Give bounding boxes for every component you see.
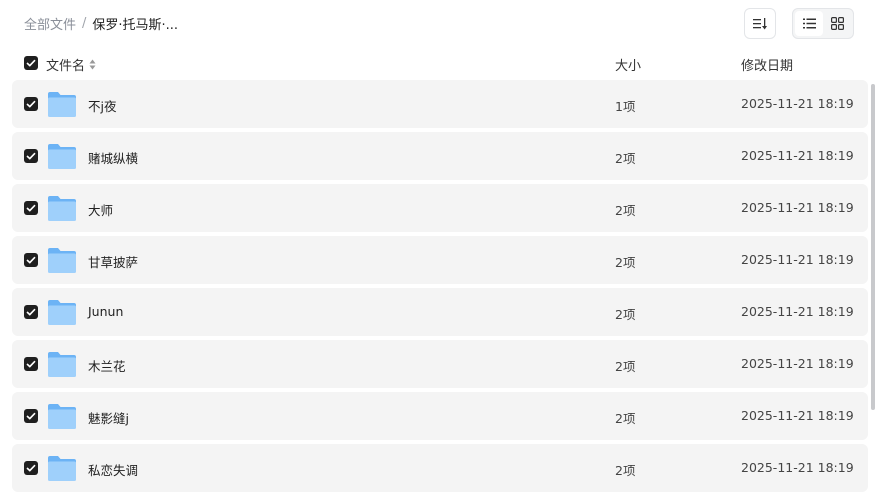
- check-icon: [26, 152, 36, 160]
- file-size: 2项: [615, 463, 636, 478]
- file-row[interactable]: 甘草披萨 2项 2025-11-21 18:19: [12, 236, 868, 284]
- row-checkbox[interactable]: [24, 305, 38, 319]
- file-row[interactable]: 私恋失调 2项 2025-11-21 18:19: [12, 444, 868, 492]
- table-header: 文件名 大小 修改日期: [0, 52, 878, 76]
- file-modified-date: 2025-11-21 18:19: [741, 356, 854, 371]
- row-checkbox[interactable]: [24, 97, 38, 111]
- folder-icon: [48, 404, 76, 429]
- column-header-size[interactable]: 大小: [615, 55, 641, 74]
- row-checkbox[interactable]: [24, 461, 38, 475]
- file-modified-date: 2025-11-21 18:19: [741, 148, 854, 163]
- file-row[interactable]: Junun 2项 2025-11-21 18:19: [12, 288, 868, 336]
- file-size: 2项: [615, 203, 636, 218]
- grid-view-icon: [830, 17, 844, 30]
- file-size: 2项: [615, 307, 636, 322]
- folder-icon: [48, 196, 76, 221]
- row-checkbox[interactable]: [24, 357, 38, 371]
- file-name[interactable]: 木兰花: [88, 356, 126, 375]
- folder-icon: [48, 144, 76, 169]
- folder-icon: [48, 248, 76, 273]
- file-modified-date: 2025-11-21 18:19: [741, 200, 854, 215]
- row-checkbox[interactable]: [24, 149, 38, 163]
- file-name[interactable]: 魅影缝j: [88, 408, 129, 427]
- top-bar: 全部文件 / 保罗·托马斯·...: [0, 0, 878, 48]
- file-modified-date: 2025-11-21 18:19: [741, 304, 854, 319]
- file-row[interactable]: 大师 2项 2025-11-21 18:19: [12, 184, 868, 232]
- file-row[interactable]: 赌城纵横 2项 2025-11-21 18:19: [12, 132, 868, 180]
- check-icon: [26, 59, 36, 67]
- file-row[interactable]: 木兰花 2项 2025-11-21 18:19: [12, 340, 868, 388]
- file-name[interactable]: 不j夜: [88, 96, 116, 115]
- check-icon: [26, 360, 36, 368]
- sort-arrows-icon: [89, 59, 96, 70]
- column-header-name-label: 文件名: [46, 59, 86, 74]
- file-modified-date: 2025-11-21 18:19: [741, 460, 854, 475]
- folder-icon: [48, 456, 76, 481]
- list-view-button[interactable]: [795, 11, 823, 36]
- check-icon: [26, 464, 36, 472]
- file-size: 2项: [615, 411, 636, 426]
- file-row[interactable]: 不j夜 1项 2025-11-21 18:19: [12, 80, 868, 128]
- row-checkbox[interactable]: [24, 409, 38, 423]
- select-all-checkbox[interactable]: [24, 56, 38, 70]
- breadcrumb-current: 保罗·托马斯·...: [92, 18, 179, 33]
- vertical-scrollbar[interactable]: [871, 84, 875, 410]
- sort-button[interactable]: [744, 8, 776, 39]
- file-modified-date: 2025-11-21 18:19: [741, 252, 854, 267]
- column-header-modified[interactable]: 修改日期: [741, 55, 793, 74]
- check-icon: [26, 308, 36, 316]
- check-icon: [26, 412, 36, 420]
- row-checkbox[interactable]: [24, 201, 38, 215]
- breadcrumb-separator: /: [82, 16, 87, 31]
- row-checkbox[interactable]: [24, 253, 38, 267]
- folder-icon: [48, 92, 76, 117]
- view-toggle: [792, 8, 854, 39]
- file-modified-date: 2025-11-21 18:19: [741, 96, 854, 111]
- folder-icon: [48, 352, 76, 377]
- check-icon: [26, 100, 36, 108]
- check-icon: [26, 204, 36, 212]
- file-list: 不j夜 1项 2025-11-21 18:19 赌城纵横 2项 2025-11-21 18…: [12, 80, 868, 495]
- folder-icon: [48, 300, 76, 325]
- file-name[interactable]: 大师: [88, 200, 113, 219]
- file-size: 1项: [615, 99, 636, 114]
- file-name[interactable]: 甘草披萨: [88, 252, 138, 271]
- file-size: 2项: [615, 255, 636, 270]
- file-size: 2项: [615, 359, 636, 374]
- file-name[interactable]: 赌城纵横: [88, 148, 138, 167]
- file-name[interactable]: Junun: [88, 304, 123, 319]
- breadcrumb: 全部文件 / 保罗·托马斯·...: [24, 14, 178, 33]
- file-size: 2项: [615, 151, 636, 166]
- file-row[interactable]: 魅影缝j 2项 2025-11-21 18:19: [12, 392, 868, 440]
- sort-list-icon: [753, 17, 767, 29]
- breadcrumb-root-link[interactable]: 全部文件: [24, 14, 76, 33]
- file-name[interactable]: 私恋失调: [88, 460, 138, 479]
- list-view-icon: [802, 18, 816, 29]
- grid-view-button[interactable]: [823, 11, 851, 36]
- column-header-name[interactable]: 文件名: [46, 55, 96, 74]
- file-modified-date: 2025-11-21 18:19: [741, 408, 854, 423]
- check-icon: [26, 256, 36, 264]
